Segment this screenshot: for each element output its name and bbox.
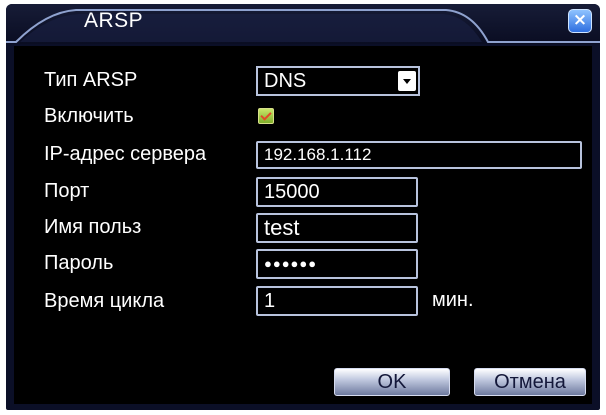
password-label: Пароль bbox=[44, 252, 114, 274]
ip-input[interactable]: 192.168.1.112 bbox=[256, 141, 582, 169]
cycle-unit: мин. bbox=[432, 289, 474, 311]
cycle-input[interactable]: 1 bbox=[256, 286, 418, 316]
close-icon[interactable]: × bbox=[568, 9, 592, 33]
port-label: Порт bbox=[44, 180, 90, 202]
cycle-label: Время цикла bbox=[44, 290, 165, 312]
cancel-button[interactable]: Отмена bbox=[474, 368, 586, 396]
type-select-value: DNS bbox=[264, 70, 307, 92]
ip-label: IP-адрес сервера bbox=[44, 143, 207, 165]
type-label: Тип ARSP bbox=[44, 69, 138, 91]
settings-panel: Тип ARSP DNS Включить IP-адрес сервера 1… bbox=[14, 46, 592, 404]
title-bar: ARSP × bbox=[6, 4, 600, 44]
username-label: Имя польз bbox=[44, 216, 142, 238]
port-input[interactable]: 15000 bbox=[256, 177, 418, 207]
ok-button[interactable]: OK bbox=[334, 368, 450, 396]
password-input[interactable]: ●●●●●● bbox=[256, 249, 418, 279]
enable-checkbox[interactable] bbox=[258, 108, 274, 124]
arsp-dialog: ARSP × Тип ARSP DNS Включить IP-адрес се… bbox=[6, 4, 600, 410]
chevron-down-icon[interactable] bbox=[398, 71, 416, 91]
username-input[interactable]: test bbox=[256, 213, 418, 243]
enable-label: Включить bbox=[44, 105, 134, 127]
dialog-title: ARSP bbox=[84, 9, 144, 32]
type-select[interactable]: DNS bbox=[256, 66, 420, 96]
